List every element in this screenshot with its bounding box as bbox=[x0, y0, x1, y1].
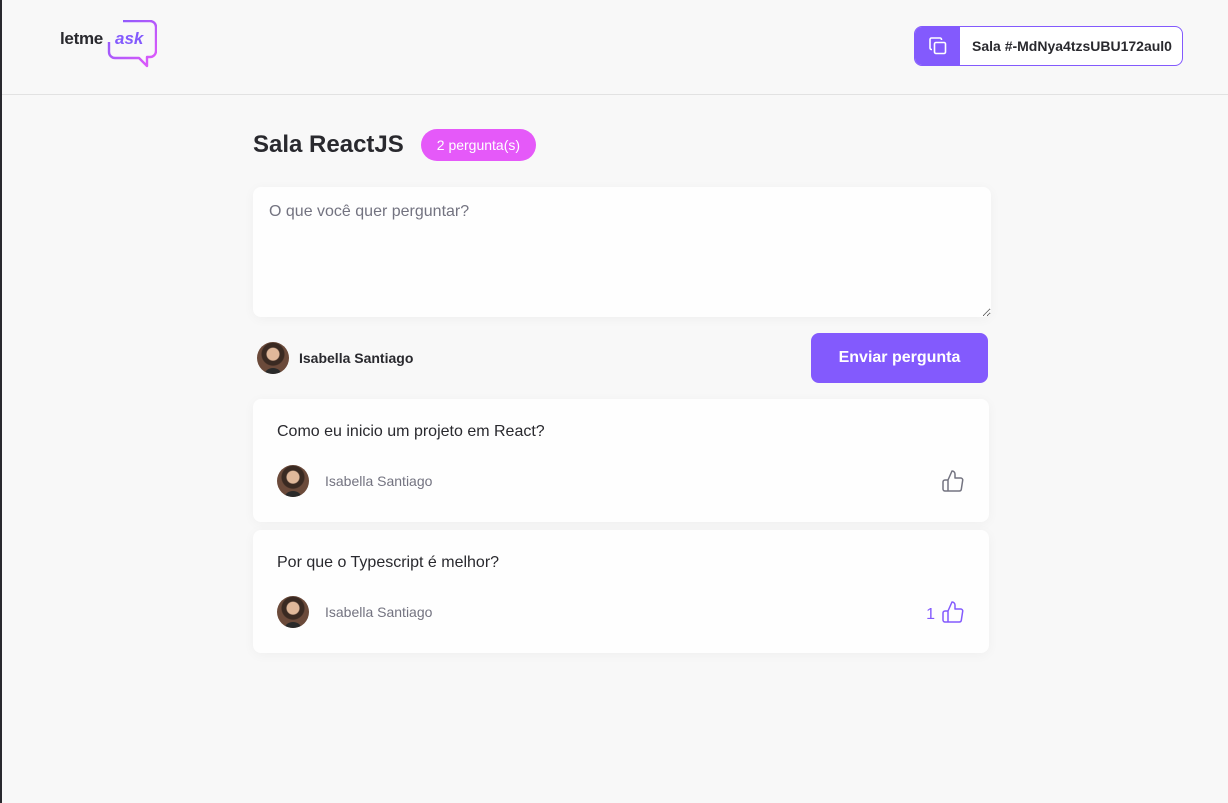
logo-ask-text: ask bbox=[115, 29, 144, 48]
page-title: Sala ReactJS bbox=[253, 131, 404, 158]
avatar bbox=[257, 342, 289, 374]
question-count-badge: 2 pergunta(s) bbox=[420, 129, 537, 161]
like-button[interactable] bbox=[935, 469, 965, 493]
question-content: Como eu inicio um projeto em React? bbox=[277, 423, 545, 440]
question-content: Por que o Typescript é melhor? bbox=[277, 554, 500, 571]
question-form: Isabella Santiago Enviar pergunta bbox=[253, 187, 991, 383]
question-list: Como eu inicio um projeto em React? Isab… bbox=[253, 399, 991, 653]
question-author-name: Isabella Santiago bbox=[325, 604, 433, 620]
question-textarea-wrapper bbox=[253, 187, 991, 317]
logo-letme-text: letme bbox=[60, 29, 103, 48]
thumbs-up-icon bbox=[942, 601, 964, 623]
form-footer: Isabella Santiago Enviar pergunta bbox=[253, 333, 991, 383]
copy-icon bbox=[928, 37, 946, 55]
question-author: Isabella Santiago bbox=[277, 596, 432, 628]
room-main: Sala ReactJS 2 pergunta(s) Isabella Sant… bbox=[253, 128, 991, 661]
send-question-button[interactable]: Enviar pergunta bbox=[811, 333, 988, 383]
copy-icon-box[interactable] bbox=[915, 27, 960, 65]
avatar bbox=[277, 596, 309, 628]
like-button[interactable]: 1 bbox=[926, 600, 965, 624]
question-footer: Isabella Santiago bbox=[277, 465, 965, 497]
like-count: 1 bbox=[926, 606, 935, 623]
avatar bbox=[277, 465, 309, 497]
room-code-text: Sala #-MdNya4tzsUBU172aul0 bbox=[972, 38, 1172, 54]
question-card: Por que o Typescript é melhor? Isabella … bbox=[253, 530, 989, 653]
question-author-name: Isabella Santiago bbox=[325, 473, 433, 489]
current-user-name: Isabella Santiago bbox=[299, 350, 414, 366]
page-header: letme ask Sala #-MdNya4tzsUBU172aul0 bbox=[2, 0, 1228, 95]
question-card: Como eu inicio um projeto em React? Isab… bbox=[253, 399, 989, 522]
question-author: Isabella Santiago bbox=[277, 465, 432, 497]
room-code-copy-button[interactable]: Sala #-MdNya4tzsUBU172aul0 bbox=[914, 26, 1183, 66]
question-textarea[interactable] bbox=[253, 187, 991, 317]
letmeask-logo: letme ask bbox=[60, 20, 160, 68]
room-title-row: Sala ReactJS 2 pergunta(s) bbox=[253, 128, 991, 162]
current-user-info: Isabella Santiago bbox=[253, 342, 413, 374]
thumbs-up-icon bbox=[942, 470, 964, 492]
question-footer: Isabella Santiago 1 bbox=[277, 596, 965, 628]
